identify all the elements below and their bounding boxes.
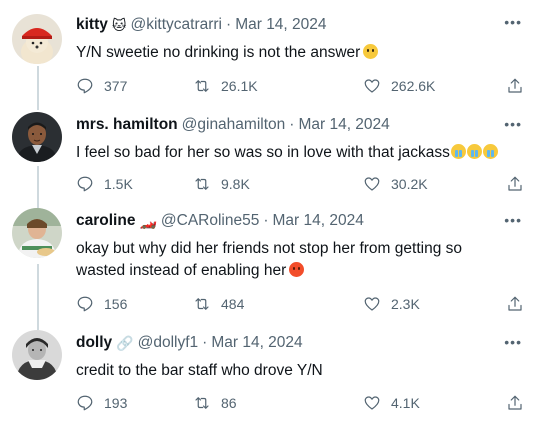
cat-badge-icon: 🐱 bbox=[111, 17, 127, 33]
tweet-header: dolly 🔗 @dollyf1 · Mar 14, 2024 bbox=[76, 334, 303, 352]
reply-button[interactable]: 193 bbox=[76, 394, 127, 412]
reply-icon bbox=[77, 296, 93, 312]
heart-icon bbox=[364, 396, 380, 410]
reply-count: 193 bbox=[104, 395, 128, 411]
share-icon bbox=[508, 78, 522, 93]
avatar[interactable] bbox=[12, 112, 62, 162]
tweet-text-content: I feel so bad for her so was so in love … bbox=[76, 144, 450, 161]
like-button[interactable]: 30.2K bbox=[363, 175, 428, 193]
link-badge-icon: 🔗 bbox=[116, 335, 134, 351]
reply-icon bbox=[77, 395, 93, 411]
retweet-count: 9.8K bbox=[221, 176, 250, 192]
reply-count: 377 bbox=[104, 78, 128, 94]
retweet-icon bbox=[195, 298, 209, 310]
retweet-button[interactable]: 86 bbox=[193, 394, 237, 412]
crying-face-emoji-icon bbox=[466, 144, 482, 159]
heart-icon bbox=[364, 79, 380, 93]
reply-count: 156 bbox=[104, 296, 128, 312]
handle[interactable]: @dollyf1 bbox=[138, 334, 199, 352]
retweet-button[interactable]: 26.1K bbox=[193, 77, 258, 95]
tweet[interactable]: mrs. hamilton @ginahamilton · Mar 14, 20… bbox=[0, 110, 540, 206]
like-count: 262.6K bbox=[391, 78, 436, 94]
share-button[interactable] bbox=[506, 77, 524, 95]
retweet-count: 484 bbox=[221, 296, 245, 312]
retweet-count: 86 bbox=[221, 395, 237, 411]
handle[interactable]: @kittycatrarri bbox=[130, 16, 222, 34]
tweet[interactable]: dolly 🔗 @dollyf1 · Mar 14, 2024 ••• cred… bbox=[0, 328, 540, 424]
tweet[interactable]: kitty 🐱 @kittycatrarri · Mar 14, 2024 ••… bbox=[0, 0, 540, 110]
heart-icon bbox=[364, 297, 380, 311]
separator: · bbox=[263, 212, 269, 229]
tweet-text: I feel so bad for her so was so in love … bbox=[76, 142, 516, 164]
crying-face-emoji-icon bbox=[450, 144, 466, 159]
action-bar: 1.5K 9.8K 30.2K bbox=[76, 175, 526, 195]
share-button[interactable] bbox=[506, 394, 524, 412]
separator: · bbox=[226, 16, 232, 33]
share-icon bbox=[508, 296, 522, 311]
retweet-button[interactable]: 9.8K bbox=[193, 175, 250, 193]
more-options-button[interactable]: ••• bbox=[504, 334, 522, 350]
like-button[interactable]: 2.3K bbox=[363, 295, 420, 313]
like-count: 30.2K bbox=[391, 176, 428, 192]
crying-face-emoji-icon bbox=[482, 144, 498, 159]
pleading-face-emoji-icon bbox=[363, 44, 379, 59]
more-options-button[interactable]: ••• bbox=[504, 212, 522, 228]
reply-icon bbox=[77, 78, 93, 94]
handle[interactable]: @CARoline55 bbox=[161, 212, 259, 230]
like-button[interactable]: 4.1K bbox=[363, 394, 420, 412]
tweet-header: kitty 🐱 @kittycatrarri · Mar 14, 2024 bbox=[76, 16, 327, 34]
reply-button[interactable]: 377 bbox=[76, 77, 127, 95]
timestamp[interactable]: Mar 14, 2024 bbox=[211, 334, 302, 352]
avatar[interactable] bbox=[12, 208, 62, 258]
reply-button[interactable]: 156 bbox=[76, 295, 127, 313]
tweet-header: caroline 🏎️ @CARoline55 · Mar 14, 2024 bbox=[76, 212, 364, 230]
timestamp[interactable]: Mar 14, 2024 bbox=[235, 16, 326, 34]
share-icon bbox=[508, 395, 522, 410]
action-bar: 193 86 4.1K bbox=[76, 394, 526, 414]
retweet-count: 26.1K bbox=[221, 78, 258, 94]
action-bar: 377 26.1K 262.6K bbox=[76, 77, 526, 97]
like-count: 4.1K bbox=[391, 395, 420, 411]
tweet-text: credit to the bar staff who drove Y/N bbox=[76, 360, 516, 382]
display-name[interactable]: dolly bbox=[76, 334, 112, 352]
separator: · bbox=[289, 116, 295, 133]
display-name[interactable]: kitty bbox=[76, 16, 108, 34]
display-name[interactable]: caroline bbox=[76, 212, 135, 230]
like-button[interactable]: 262.6K bbox=[363, 77, 435, 95]
tweet-text: Y/N sweetie no drinking is not the answe… bbox=[76, 42, 516, 64]
avatar[interactable] bbox=[12, 14, 62, 64]
retweet-button[interactable]: 484 bbox=[193, 295, 244, 313]
action-bar: 156 484 2.3K bbox=[76, 295, 526, 315]
angry-face-emoji-icon bbox=[289, 262, 305, 277]
reply-count: 1.5K bbox=[104, 176, 133, 192]
more-options-button[interactable]: ••• bbox=[504, 116, 522, 132]
retweet-icon bbox=[195, 397, 209, 409]
like-count: 2.3K bbox=[391, 296, 420, 312]
share-button[interactable] bbox=[506, 295, 524, 313]
separator: · bbox=[202, 334, 208, 351]
race-car-badge-icon: 🏎️ bbox=[139, 213, 157, 229]
handle[interactable]: @ginahamilton bbox=[182, 116, 286, 134]
more-options-button[interactable]: ••• bbox=[504, 14, 522, 30]
avatar[interactable] bbox=[12, 330, 62, 380]
timestamp[interactable]: Mar 14, 2024 bbox=[298, 116, 389, 134]
tweet-text-content: Y/N sweetie no drinking is not the answe… bbox=[76, 44, 361, 61]
reply-button[interactable]: 1.5K bbox=[76, 175, 133, 193]
tweet-text: okay but why did her friends not stop he… bbox=[76, 238, 486, 282]
tweet-text-content: credit to the bar staff who drove Y/N bbox=[76, 362, 323, 379]
retweet-icon bbox=[195, 80, 209, 92]
retweet-icon bbox=[195, 178, 209, 190]
timestamp[interactable]: Mar 14, 2024 bbox=[273, 212, 364, 230]
heart-icon bbox=[364, 177, 380, 191]
share-button[interactable] bbox=[506, 175, 524, 193]
display-name[interactable]: mrs. hamilton bbox=[76, 116, 178, 134]
share-icon bbox=[508, 176, 522, 191]
reply-icon bbox=[77, 176, 93, 192]
tweet[interactable]: caroline 🏎️ @CARoline55 · Mar 14, 2024 •… bbox=[0, 206, 540, 328]
tweet-text-content: okay but why did her friends not stop he… bbox=[76, 240, 462, 279]
tweet-header: mrs. hamilton @ginahamilton · Mar 14, 20… bbox=[76, 116, 390, 134]
